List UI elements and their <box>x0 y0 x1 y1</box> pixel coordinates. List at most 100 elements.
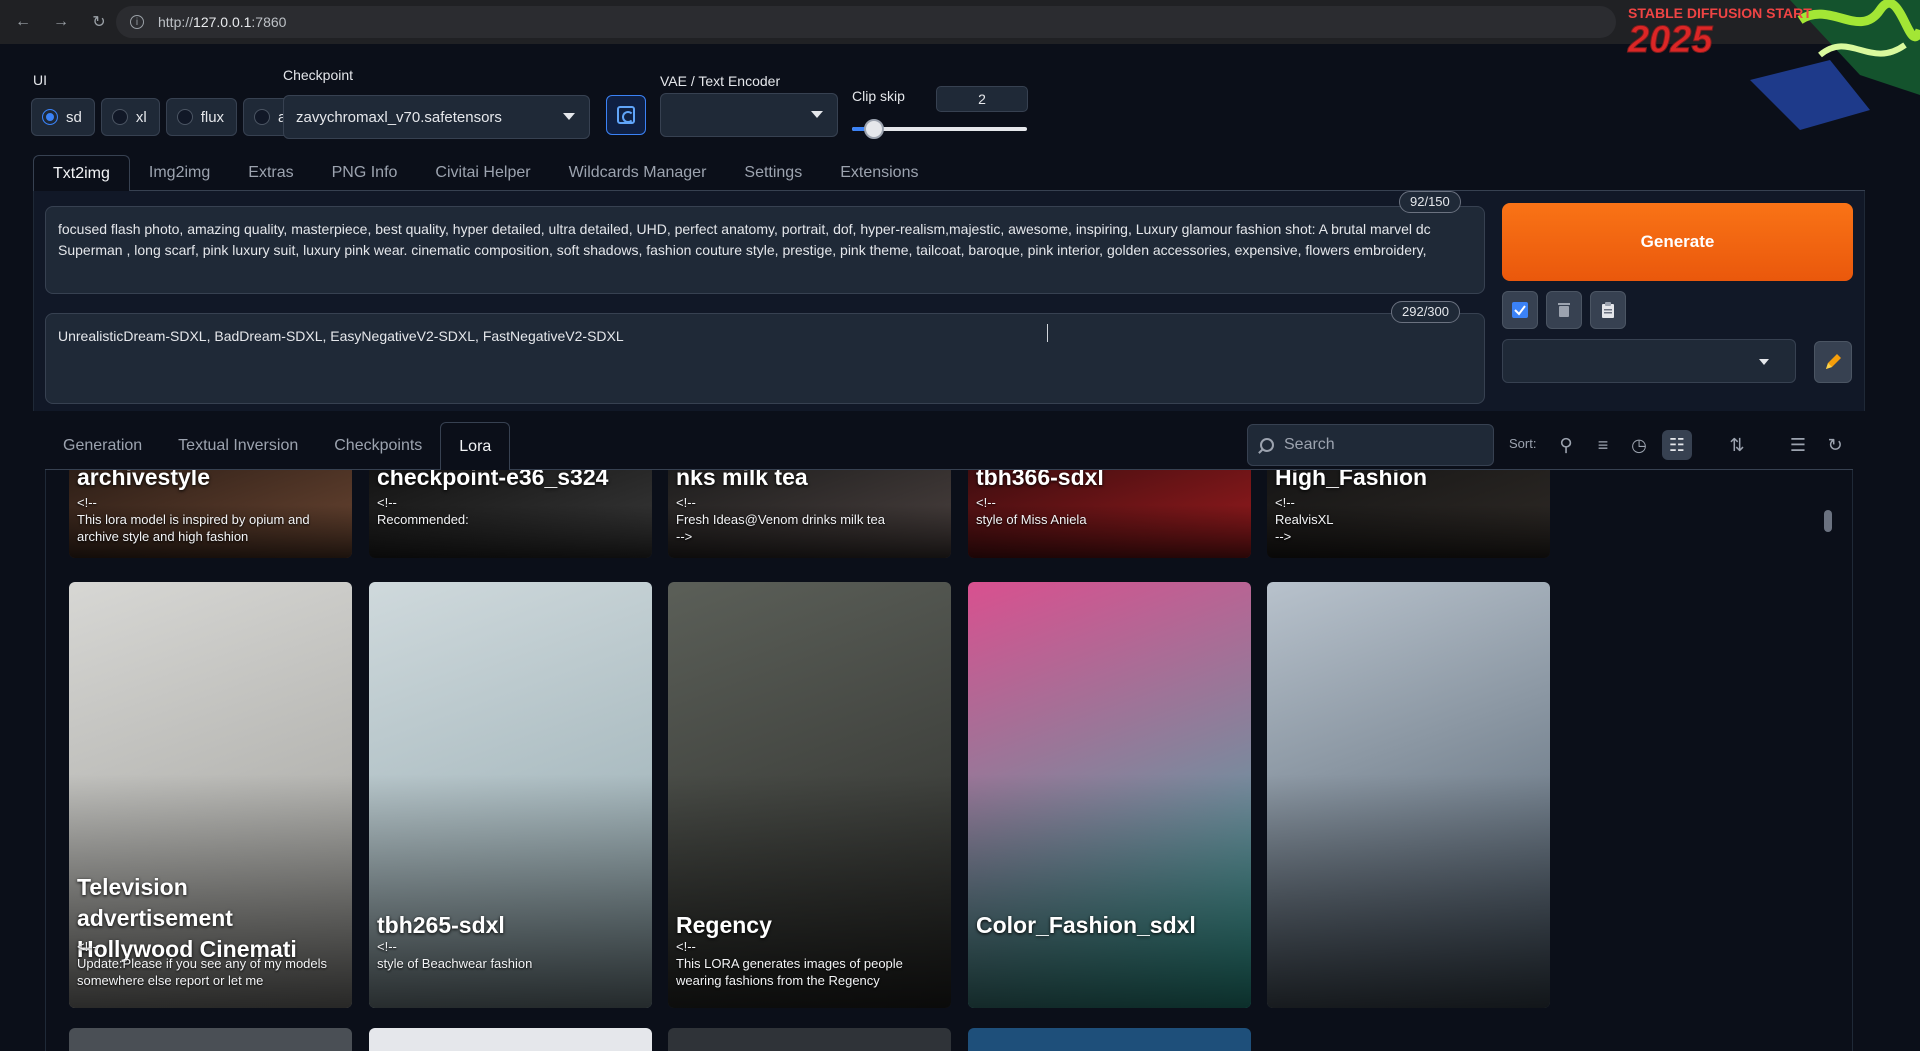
chevron-down-icon <box>811 111 823 118</box>
tab-lora[interactable]: Lora <box>440 422 511 471</box>
lora-card[interactable]: archivestyle <!-- This lora model is inspi… <box>69 470 352 558</box>
edit-styles-button[interactable] <box>1814 341 1852 383</box>
trash-icon <box>1558 303 1570 317</box>
lora-card[interactable]: tbh265-sdxl <!-- style of Beachwear fashio… <box>369 582 652 1008</box>
lora-card-description: Update:Please if you see any of my model… <box>77 956 328 988</box>
tab-textual-inversion[interactable]: Textual Inversion <box>160 422 316 470</box>
radio-label: flux <box>200 108 225 126</box>
lora-card[interactable] <box>668 1028 951 1051</box>
tab-png-info[interactable]: PNG Info <box>313 155 417 191</box>
vae-dropdown[interactable] <box>660 93 838 137</box>
tab-civitai-helper[interactable]: Civitai Helper <box>416 155 549 191</box>
sort-by-date-created-icon[interactable]: ◷ <box>1624 430 1654 460</box>
sort-direction-icon[interactable]: ⇅ <box>1722 430 1752 460</box>
ui-label: UI <box>33 72 47 88</box>
lora-card-name: tbh366-sdxl <box>976 470 1104 490</box>
lora-card-name: nks milk tea <box>676 470 808 490</box>
clip-skip-slider-handle[interactable] <box>864 119 884 139</box>
lora-card-comment: <!-- <box>676 495 696 510</box>
logo-year: 2025 <box>1627 19 1713 61</box>
refresh-icon[interactable]: ↻ <box>1820 430 1850 460</box>
lora-card-name: checkpoint-e36_s324 <box>377 470 609 490</box>
lora-card-comment: <!-- <box>676 939 696 954</box>
site-info-icon[interactable]: i <box>130 15 144 29</box>
lora-card[interactable]: Television advertisement Hollywood Cinem… <box>69 582 352 1008</box>
lora-card-comment: <!-- <box>1275 495 1295 510</box>
vae-label: VAE / Text Encoder <box>660 73 781 89</box>
checkpoint-dropdown[interactable]: zavychromaxl_v70.safetensors <box>283 95 590 139</box>
main-tab-bar: Txt2img Img2img Extras PNG Info Civitai Help… <box>33 155 1865 192</box>
forward-arrow-icon[interactable]: → <box>46 7 76 37</box>
tab-extensions[interactable]: Extensions <box>821 155 937 191</box>
lora-card-description: This lora model is inspired by opium and… <box>77 512 310 544</box>
paste-button[interactable] <box>1590 291 1626 329</box>
lora-card-name: Regency <box>676 912 772 938</box>
clip-skip-label: Clip skip <box>852 88 905 104</box>
lora-card[interactable]: High_Fashion <!-- RealvisXL --> <box>1267 470 1550 558</box>
lora-card-name: High_Fashion <box>1275 470 1428 490</box>
tab-settings[interactable]: Settings <box>725 155 821 191</box>
pencil-icon <box>1826 354 1841 369</box>
extra-networks-tab-bar: Generation Textual Inversion Checkpoints Lo… <box>45 422 1853 471</box>
lora-card-description: Fresh Ideas@Venom drinks milk tea --> <box>676 512 886 544</box>
clipboard-icon <box>1602 302 1614 318</box>
lora-card-comment: <!-- <box>976 495 996 510</box>
sort-by-name-icon[interactable]: ≡ <box>1588 430 1618 460</box>
tab-extras[interactable]: Extras <box>229 155 312 191</box>
lora-card-description: Recommended: <box>377 512 469 527</box>
refresh-checkpoints-button[interactable] <box>606 95 646 135</box>
sort-by-path-icon[interactable]: ⚲ <box>1551 430 1581 460</box>
radio-label: xl <box>135 108 147 126</box>
lora-card-name: Color_Fashion_sdxl <box>976 912 1196 938</box>
tab-img2img[interactable]: Img2img <box>130 155 229 191</box>
back-arrow-icon[interactable]: ← <box>8 7 38 37</box>
lora-card[interactable]: nks milk tea <!-- Fresh Ideas@Venom drinks… <box>668 470 951 558</box>
lora-card[interactable] <box>369 1028 652 1051</box>
reload-icon[interactable]: ↻ <box>84 7 114 37</box>
radio-label: sd <box>66 108 82 126</box>
address-bar[interactable]: i http://127.0.0.1:7860 <box>116 6 1616 38</box>
card-overlay <box>968 773 1251 1008</box>
tree-view-icon[interactable]: ☰ <box>1783 430 1813 460</box>
apply-checkbox-button[interactable] <box>1502 291 1538 329</box>
lora-card[interactable]: Regency <!-- This LORA generates images of… <box>668 582 951 1008</box>
lora-card[interactable] <box>69 1028 352 1051</box>
lora-card[interactable] <box>1267 582 1550 1008</box>
sort-by-date-modified-icon[interactable]: ☷ <box>1662 430 1692 460</box>
clip-skip-number-input[interactable]: 2 <box>936 86 1028 112</box>
lora-card-comment: <!-- <box>77 495 97 510</box>
ui-radio-flux[interactable]: flux <box>165 98 238 136</box>
radio-dot-icon <box>176 109 193 125</box>
lora-search-input[interactable]: Search <box>1247 424 1494 466</box>
ui-radio-xl[interactable]: xl <box>100 98 160 136</box>
generate-button[interactable]: Generate <box>1502 203 1853 281</box>
clear-prompt-button[interactable] <box>1546 291 1582 329</box>
lora-card-description: style of Miss Aniela <box>976 512 1087 527</box>
lora-cards-grid: archivestyle <!-- This lora model is inspi… <box>45 470 1853 1051</box>
prompt-textarea[interactable]: focused flash photo, amazing quality, ma… <box>45 206 1485 294</box>
sort-label: Sort: <box>1509 436 1537 451</box>
cards-scrollbar[interactable] <box>1824 510 1832 532</box>
tab-checkpoints[interactable]: Checkpoints <box>316 422 440 470</box>
styles-dropdown[interactable] <box>1502 339 1796 383</box>
lora-card-comment: <!-- <box>77 939 97 954</box>
lora-card-description: This LORA generates images of people wea… <box>676 956 903 988</box>
prompt-token-counter: 92/150 <box>1399 191 1461 213</box>
text-cursor-icon <box>1047 324 1048 342</box>
lora-card-comment: <!-- <box>377 939 397 954</box>
lora-card[interactable] <box>968 1028 1251 1051</box>
ui-radio-sd[interactable]: sd <box>31 98 95 136</box>
tab-generation[interactable]: Generation <box>45 422 160 470</box>
tab-txt2img[interactable]: Txt2img <box>33 155 130 192</box>
lora-card[interactable]: tbh366-sdxl <!-- style of Miss Aniela <box>968 470 1251 558</box>
search-placeholder: Search <box>1284 436 1335 453</box>
chevron-down-icon <box>1759 359 1769 365</box>
lora-card[interactable]: Color_Fashion_sdxl <box>968 582 1251 1008</box>
negative-prompt-token-counter: 292/300 <box>1391 301 1460 323</box>
lora-card-description: style of Beachwear fashion <box>377 956 533 971</box>
tab-wildcards-manager[interactable]: Wildcards Manager <box>550 155 726 191</box>
lora-card-name: tbh265-sdxl <box>377 912 505 938</box>
search-icon <box>1260 438 1274 452</box>
negative-prompt-textarea[interactable]: UnrealisticDream-SDXL, BadDream-SDXL, Ea… <box>45 313 1485 404</box>
lora-card[interactable]: checkpoint-e36_s324 <!-- Recommended: <box>369 470 652 558</box>
